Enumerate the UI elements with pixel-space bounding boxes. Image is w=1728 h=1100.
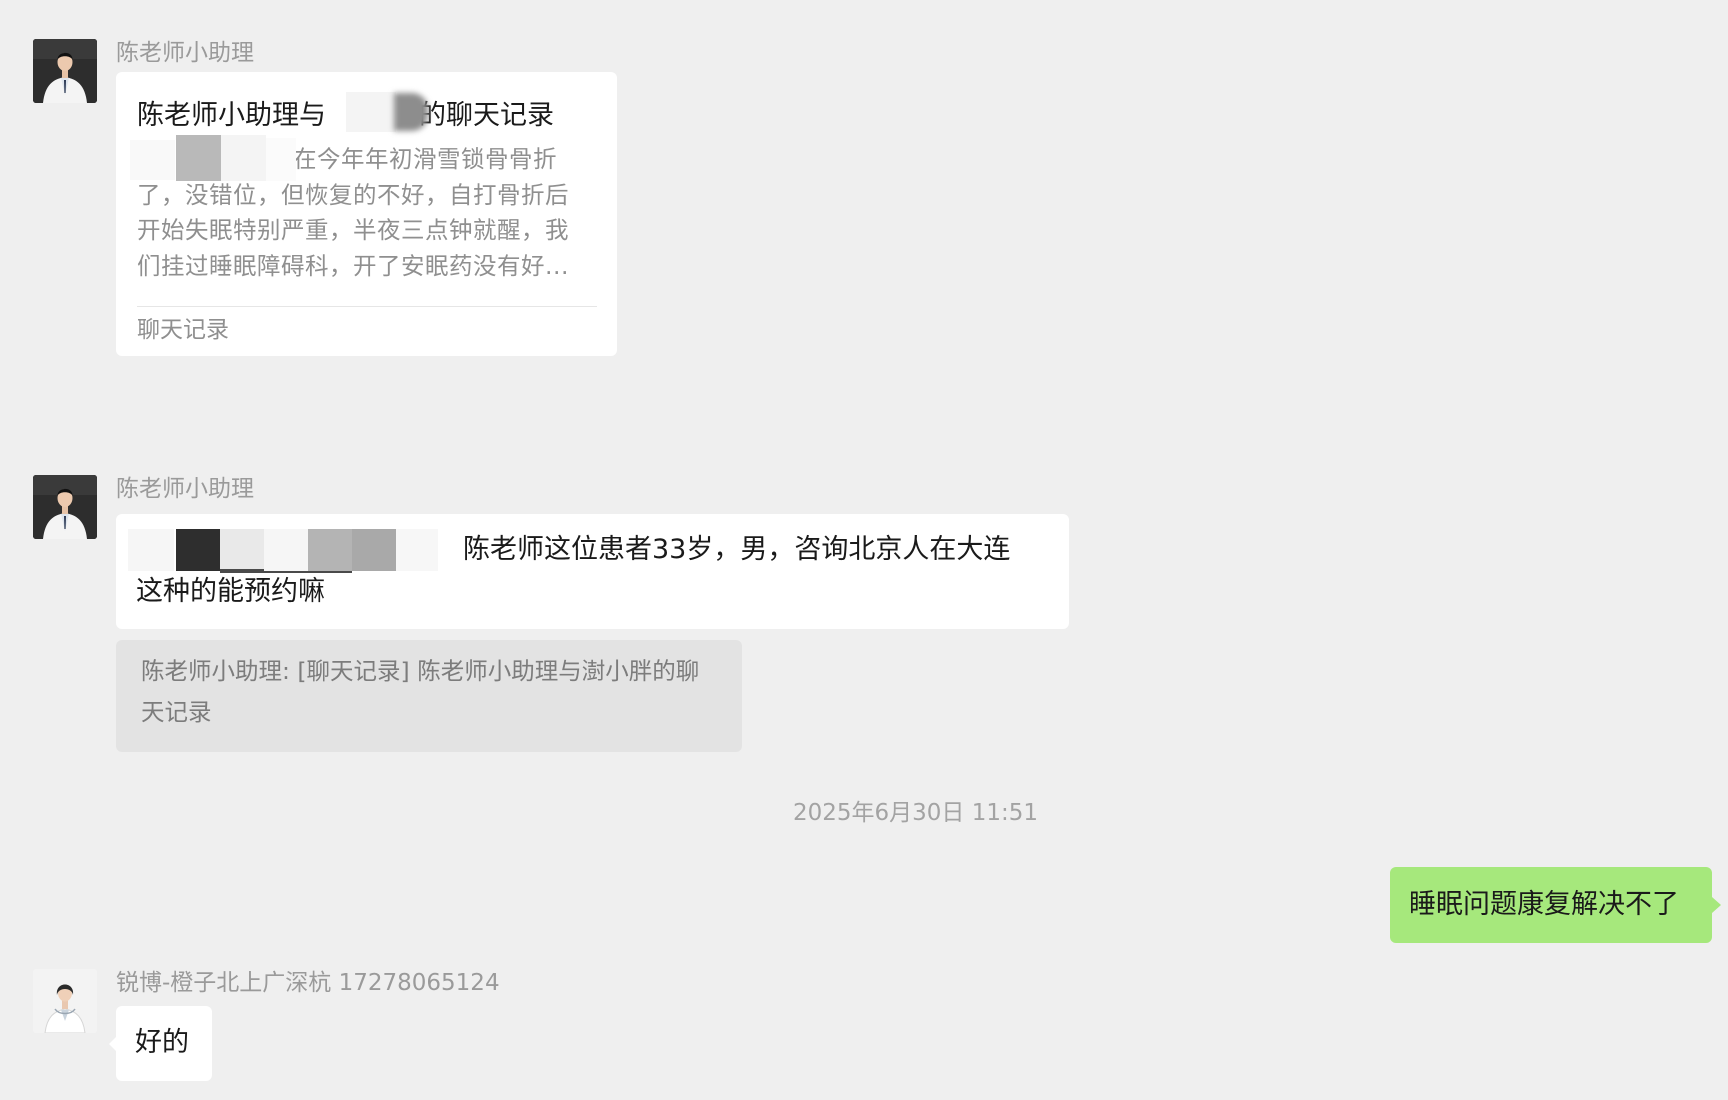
quoted-message[interactable]: 陈老师小助理: [聊天记录] 陈老师小助理与澍小胖的聊 天记录	[116, 640, 742, 752]
message-bubble[interactable]: 陈老师这位患者33岁，男，咨询北京人在大连 这种的能预约嘛	[116, 514, 1069, 629]
message-text: 陈老师这位患者33岁，男，咨询北京人在大连 这种的能预约嘛	[136, 529, 1061, 613]
redaction-block	[266, 138, 296, 181]
bubble-tail	[1712, 897, 1721, 913]
male-doctor-avatar-icon	[33, 39, 97, 103]
male-doctor-avatar-icon	[33, 475, 97, 539]
card-divider	[137, 306, 597, 307]
sender-avatar[interactable]	[33, 475, 97, 539]
redaction-block	[346, 92, 396, 132]
quoted-text: 陈老师小助理: [聊天记录] 陈老师小助理与澍小胖的聊 天记录	[141, 651, 731, 733]
message-text: 好的	[135, 1027, 189, 1058]
card-preview-line: 了，没错位，但恢复的不好，自打骨折后	[137, 180, 569, 209]
card-preview-line: 们挂过睡眠障碍科，开了安眠药没有好...	[137, 251, 569, 280]
card-preview-line: 开始失眠特别严重，半夜三点钟就醒，我	[137, 216, 569, 244]
outgoing-message-text: 睡眠问题康复解决不了	[1409, 889, 1679, 920]
sender-name: 陈老师小助理	[116, 476, 254, 502]
sender-name: 陈老师小助理	[116, 40, 254, 66]
sender-avatar[interactable]	[33, 39, 97, 103]
card-title-end: 的聊天记录	[419, 100, 554, 131]
redaction-block	[130, 140, 175, 180]
chat-record-card[interactable]: 陈老师小助理与 的聊天记录 在今年年初滑雪锁骨骨折 了，没错位，但恢复的不好，自打…	[116, 72, 617, 356]
message-text-line: 这种的能预约嘛	[136, 576, 325, 607]
quoted-text-line: 天记录	[141, 698, 212, 726]
sender-avatar[interactable]	[33, 969, 97, 1033]
female-doctor-avatar-icon	[33, 969, 97, 1033]
message-bubble[interactable]: 好的	[116, 1006, 212, 1081]
redaction-block	[394, 93, 428, 131]
redaction-block	[221, 135, 266, 181]
message-text-line: 陈老师这位患者33岁，男，咨询北京人在大连	[463, 534, 1011, 565]
outgoing-message-bubble[interactable]: 睡眠问题康复解决不了	[1390, 867, 1712, 943]
quoted-text-line: 陈老师小助理: [聊天记录] 陈老师小助理与澍小胖的聊	[141, 657, 700, 685]
card-footer: 聊天记录	[137, 317, 229, 343]
timestamp: 2025年6月30日 11:51	[793, 800, 1039, 826]
card-title-start: 陈老师小助理与	[137, 100, 326, 131]
redaction-block	[176, 135, 221, 181]
sender-name: 锐博-橙子北上广深杭 17278065124	[116, 970, 500, 996]
